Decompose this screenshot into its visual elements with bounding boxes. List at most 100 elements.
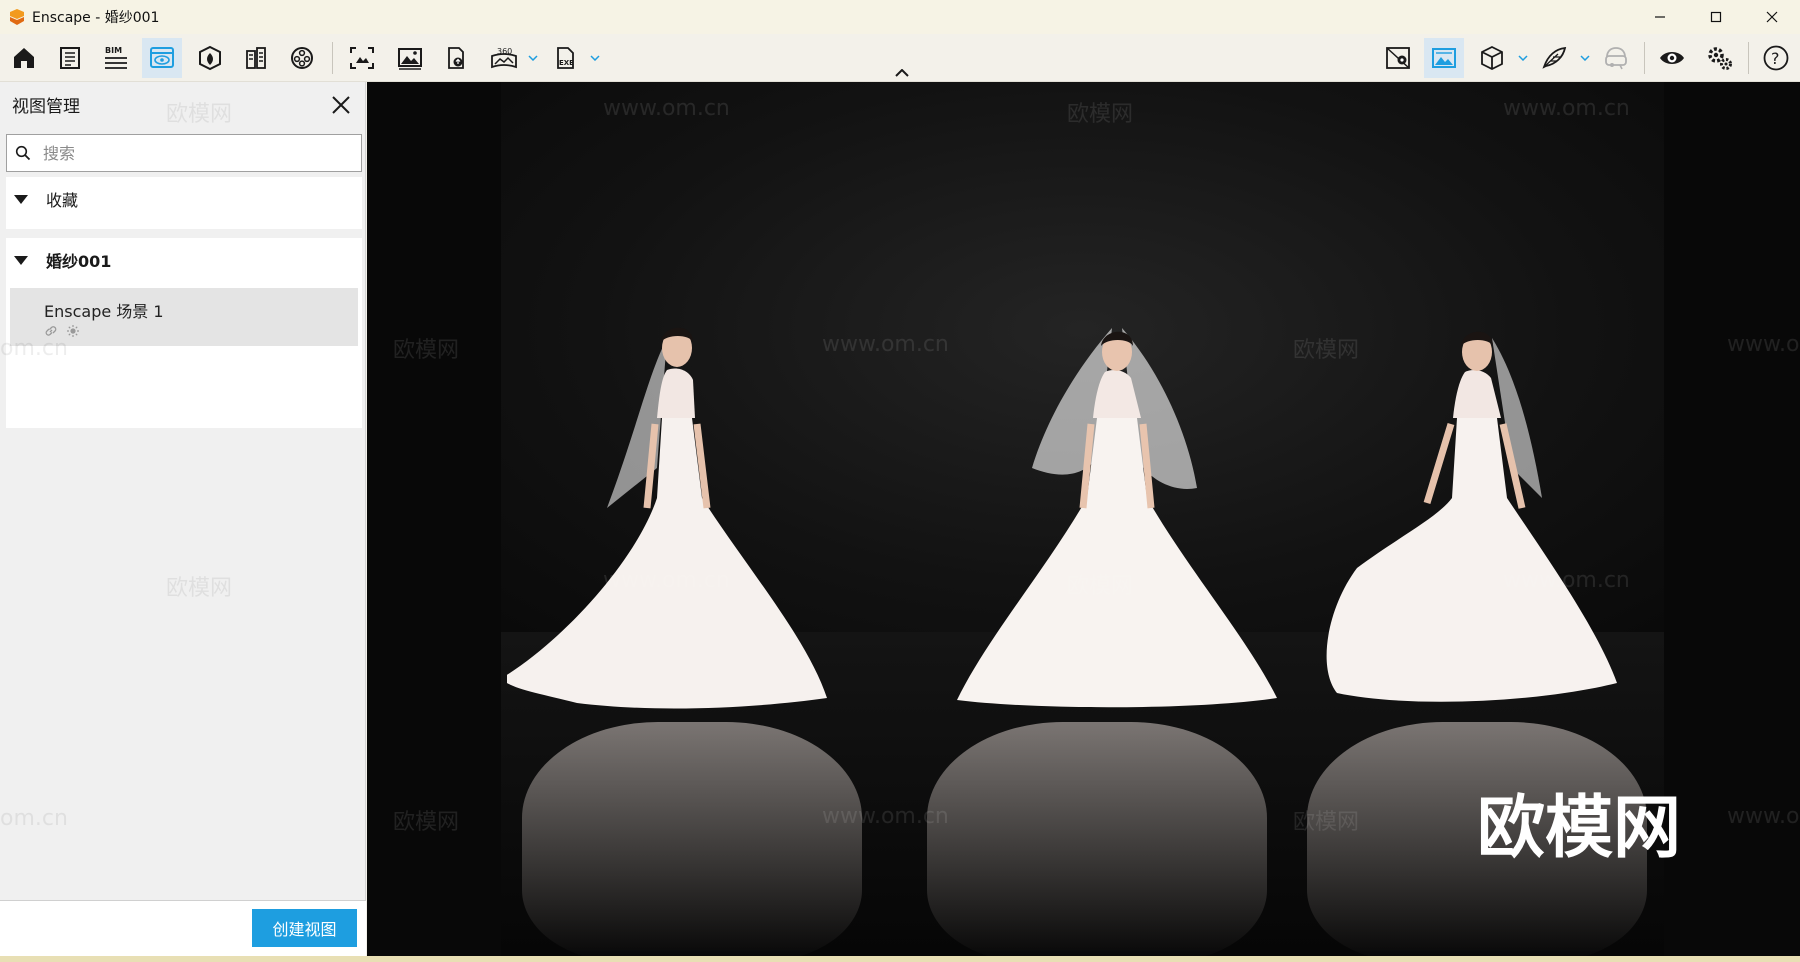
exe-export-icon: EXE [557, 47, 574, 69]
news-icon [60, 47, 80, 69]
image-mode-button[interactable] [1424, 38, 1464, 78]
360-panorama-icon: 360 [491, 47, 517, 69]
favorites-group: 收藏 [6, 177, 362, 229]
chevron-down-icon [528, 55, 538, 61]
vr-headset-icon [1605, 47, 1627, 70]
minimize-icon [1655, 16, 1665, 18]
bride-figure [1326, 331, 1617, 702]
news-button[interactable] [50, 38, 90, 78]
close-icon [1766, 11, 1778, 23]
batch-render-icon [398, 48, 422, 70]
watermark-url: www.om.cn [822, 804, 949, 829]
feather-icon [1542, 46, 1567, 69]
eye-icon [1660, 52, 1684, 64]
panel-close-button[interactable] [330, 94, 352, 116]
window-title: Enscape - 婚纱001 [32, 10, 160, 26]
bim-icon: BIM [105, 46, 127, 69]
watermark-text: 欧模网 [1067, 102, 1134, 127]
screenshot-button[interactable] [342, 38, 382, 78]
cube-icon [1481, 45, 1503, 71]
favorites-group-header[interactable]: 收藏 [6, 177, 362, 221]
batch-render-button[interactable] [390, 38, 430, 78]
sun-icon [67, 325, 79, 337]
image-mode-icon [1432, 48, 1456, 68]
material-editor-icon [246, 47, 266, 69]
panorama-dropdown[interactable] [526, 48, 540, 68]
triangle-down-icon [14, 255, 28, 265]
watermark-text: 欧模网 [393, 338, 460, 363]
bride-figure [957, 328, 1277, 708]
svg-text:BIM: BIM [105, 46, 122, 55]
view-management-icon [150, 47, 174, 68]
watermark-text: 欧模网 [166, 102, 233, 127]
project-group-header[interactable]: 婚纱001 [6, 238, 362, 282]
search-input[interactable] [43, 143, 343, 163]
chevron-down-icon [1518, 55, 1528, 61]
watermark-url: www.om.cn [822, 332, 949, 357]
search-icon [15, 145, 31, 161]
chevron-down-icon [1580, 55, 1590, 61]
enscape-logo-icon [10, 9, 24, 25]
video-editor-icon [291, 47, 313, 69]
watermark-text: 欧模网 [166, 576, 233, 601]
help-button[interactable]: ? [1756, 38, 1796, 78]
dress-reflection [927, 722, 1267, 956]
maximize-button[interactable] [1688, 0, 1744, 34]
dress-reflection [522, 722, 862, 956]
material-editor-button[interactable] [236, 38, 276, 78]
maximize-icon [1710, 11, 1722, 23]
upload-button[interactable] [436, 38, 476, 78]
home-icon [14, 48, 34, 68]
watermark-logo: 欧模网 [1477, 789, 1682, 868]
feather-dropdown[interactable] [1578, 48, 1592, 68]
chevron-up-icon [895, 69, 909, 77]
triangle-down-icon [14, 194, 28, 204]
render-viewport[interactable]: www.om.cn 欧模网 www.om.cn 欧模网 www.om.cn 欧模… [367, 82, 1800, 956]
home-button[interactable] [4, 38, 44, 78]
asset-library-icon [199, 45, 221, 71]
bride-figure [507, 327, 827, 709]
cube-button[interactable] [1472, 38, 1512, 78]
bim-button[interactable]: BIM [96, 38, 136, 78]
group-label: 婚纱001 [46, 252, 112, 271]
screenshot-icon [350, 47, 374, 69]
map-button[interactable] [1378, 38, 1418, 78]
feather-button[interactable] [1534, 38, 1574, 78]
exe-export-button[interactable]: EXE [546, 38, 586, 78]
vr-headset-button[interactable] [1596, 38, 1636, 78]
view-name: Enscape 场景 1 [44, 302, 164, 321]
create-view-button[interactable]: 创建视图 [252, 909, 357, 947]
minimize-button[interactable] [1632, 0, 1688, 34]
panel-title: 视图管理 [12, 97, 80, 117]
collapse-toolbar-button[interactable] [892, 66, 912, 80]
watermark-url: www.om.cn [1503, 568, 1630, 593]
svg-text:?: ? [1771, 49, 1780, 68]
view-management-button[interactable] [142, 38, 182, 78]
watermark-url: www.om.cn [603, 568, 730, 593]
panorama-button[interactable]: 360 [484, 38, 524, 78]
panel-footer: 创建视图 [0, 900, 366, 956]
watermark-url: www.om.cn [603, 96, 730, 121]
cube-dropdown[interactable] [1516, 48, 1530, 68]
watermark-url: om.cn [0, 806, 68, 831]
close-window-button[interactable] [1744, 0, 1800, 34]
settings-button[interactable] [1700, 38, 1740, 78]
title-bar: Enscape - 婚纱001 [0, 0, 1800, 34]
watermark-text: 欧模网 [1293, 338, 1360, 363]
close-icon [332, 96, 350, 114]
window-bottom-border [0, 956, 1800, 962]
video-editor-button[interactable] [282, 38, 322, 78]
asset-library-button[interactable] [190, 38, 230, 78]
watermark-text: 欧模网 [393, 810, 460, 835]
chevron-down-icon [590, 55, 600, 61]
svg-text:EXE: EXE [559, 59, 574, 67]
upload-icon [448, 47, 464, 69]
watermark-url: www.o [1727, 332, 1800, 357]
watermark-text: 欧模网 [1293, 810, 1360, 835]
export-dropdown[interactable] [588, 48, 602, 68]
search-box [6, 134, 362, 172]
watermark-text: 欧模网 [1067, 574, 1134, 599]
watermark-url: www.o [1727, 804, 1800, 829]
watermark-url: www.om.cn [1503, 96, 1630, 121]
eye-button[interactable] [1652, 38, 1692, 78]
